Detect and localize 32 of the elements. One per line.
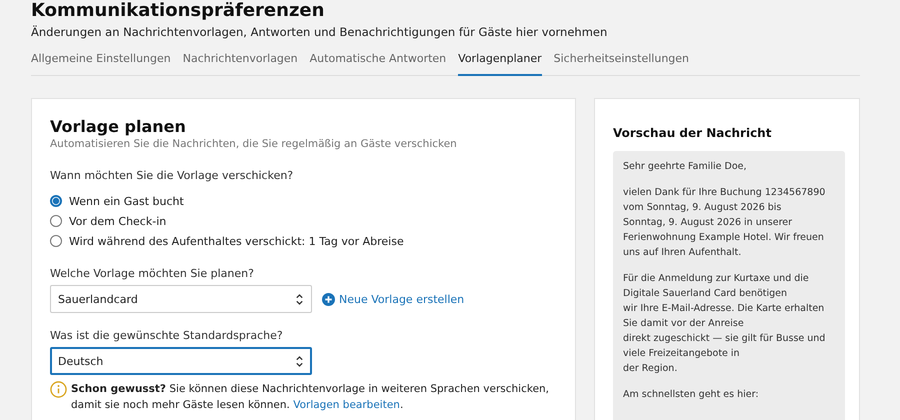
tab[interactable]: Vorlagenplaner [458, 50, 542, 76]
preview-title: Vorschau der Nachricht [613, 125, 772, 141]
radio-button[interactable] [50, 235, 62, 247]
radio-button[interactable] [50, 215, 62, 227]
message-paragraph: Am schnellsten geht es hier: [623, 388, 759, 402]
chevron-updown-icon [295, 354, 304, 368]
language-select[interactable]: Deutsch [50, 347, 312, 375]
chevron-updown-icon [295, 292, 304, 306]
template-select[interactable]: Sauerlandcard [50, 285, 312, 313]
radio-option[interactable]: Wird während des Aufenthaltes verschickt: 1 Tag vor Abreise [50, 231, 557, 251]
field-label: Wann möchten Sie die Vorlage verschicken? [50, 169, 294, 183]
tab[interactable]: Automatische Antworten [310, 50, 446, 76]
message-paragraph: Für die Anmeldung zur Kurtaxe und die Digitale Sauerland Card benötigen wir Ihre E-Mail-Adresse. Die Karte erhalten Sie damit vor der Anreise direkt zugeschickt — sie gilt für Busse und viele Freizeitangebote in der Region. [623, 272, 826, 376]
form-subtitle: Automatisieren Sie die Nachrichten, die Sie regelmäßig an Gäste verschicken [50, 137, 458, 151]
tab[interactable]: Allgemeine Einstellungen [31, 50, 171, 76]
form-title: Vorlage planen [50, 117, 187, 137]
field-label: Welche Vorlage möchten Sie planen? [50, 267, 255, 281]
plus-circle-icon [322, 292, 335, 306]
radio-option[interactable]: Wenn ein Gast bucht [50, 191, 557, 211]
edit-templates-link[interactable]: Vorlagen bearbeiten [293, 399, 400, 411]
radio-option[interactable]: Vor dem Check-in [50, 211, 557, 231]
radio-button[interactable] [50, 195, 62, 207]
page-subtitle: Änderungen an Nachrichtenvorlagen, Antworten und Benachrichtigungen für Gäste hier vornehmen [31, 24, 608, 40]
message-paragraph: Sehr geehrte Familie Doe, [623, 160, 746, 174]
new-template-link[interactable]: Neue Vorlage erstellen [322, 292, 464, 306]
message-paragraph: vielen Dank für Ihre Buchung 1234567890 vom Sonntag, 9. August 2026 bis Sonntag, 9. August 2026 in unserer Ferienwohnung Example Hotel. Wir freuen uns auf Ihren Aufenthalt. [623, 186, 826, 260]
info-icon [50, 381, 67, 398]
tip-text: Schon gewusst? Sie können diese Nachrichtenvorlage in weiteren Sprachen verschicken, damit sie noch mehr Gäste lesen können. Vorlagen bearbeiten. [71, 382, 550, 413]
tab[interactable]: Nachrichtenvorlagen [182, 50, 298, 76]
page-title: Kommunikationspräferenzen [31, 0, 326, 22]
tab[interactable]: Sicherheitseinstellungen [554, 50, 690, 76]
field-label: Was ist die gewünschte Standardsprache? [50, 329, 284, 343]
